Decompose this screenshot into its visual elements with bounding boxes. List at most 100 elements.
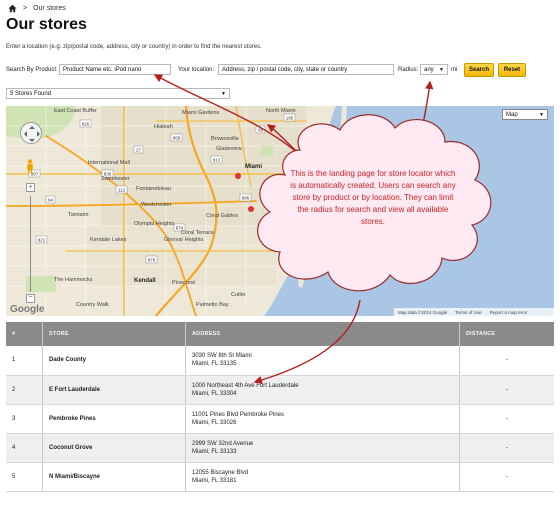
shield-95: 95 bbox=[258, 128, 264, 133]
store-distance: - bbox=[459, 346, 554, 376]
place-country-walk: Country Walk bbox=[76, 302, 109, 308]
store-name[interactable]: Coconut Grove bbox=[42, 433, 186, 463]
store-address: 2999 SW 32nd Avenue Miami, FL 33133 bbox=[185, 433, 460, 463]
place-palmetto-bay: Palmetto Bay bbox=[196, 302, 229, 308]
address-line1: 2999 SW 32nd Avenue bbox=[192, 440, 254, 447]
place-tamiami: Tamiami bbox=[68, 212, 88, 218]
store-address: 3030 SW 8th St Miami Miami, FL 33135 bbox=[185, 346, 460, 376]
place-brownsville: Brownsville bbox=[211, 136, 239, 142]
table-row[interactable]: 3 Pembroke Pines 11001 Pines Blvd Pembro… bbox=[6, 404, 554, 434]
zoom-in-button[interactable]: + bbox=[26, 183, 35, 192]
map-type-value: Map bbox=[506, 111, 518, 118]
row-num: 2 bbox=[6, 375, 43, 405]
stores-table: # STORE ADDRESS DISTANCE 1 Dade County 3… bbox=[6, 322, 554, 492]
address-line2: Miami, FL 33304 bbox=[192, 390, 237, 397]
table-row[interactable]: 5 N Miami/Biscayne 12055 Biscayne Blvd Mi… bbox=[6, 462, 554, 492]
place-miami: Miami bbox=[245, 164, 262, 170]
place-hialeah: Hialeah bbox=[154, 124, 173, 130]
col-num-header: # bbox=[12, 331, 16, 337]
place-glenvar-heights: Glenvar Heights bbox=[164, 237, 204, 243]
table-row[interactable]: 1 Dade County 3030 SW 8th St Miami Miami,… bbox=[6, 346, 554, 376]
chevron-down-icon: ▼ bbox=[439, 66, 444, 73]
store-address: 12055 Biscayne Blvd Miami, FL 33181 bbox=[185, 462, 460, 492]
place-north-miami: North Miami bbox=[266, 108, 296, 114]
shield-878: 878 bbox=[148, 258, 156, 263]
table-row[interactable]: 2 E Fort Lauderdale 1000 Northeast 4th A… bbox=[6, 375, 554, 405]
breadcrumb-separator: > bbox=[23, 5, 28, 12]
map-attribution: Map data ©2014 Google Terms of Use Repor… bbox=[394, 308, 554, 316]
place-pinecrest: Pinecrest bbox=[172, 280, 195, 286]
store-distance: - bbox=[459, 462, 554, 492]
google-logo: Google bbox=[10, 304, 45, 315]
shield-959: 959 bbox=[173, 136, 181, 141]
place-cutler: Cutler bbox=[231, 292, 246, 298]
chevron-down-icon: ▼ bbox=[539, 111, 544, 118]
results-found-text: 5 Stores Found bbox=[10, 90, 52, 97]
shield-913: 913 bbox=[213, 158, 221, 163]
report-map-error-link[interactable]: Report a map error bbox=[490, 310, 528, 315]
store-name[interactable]: E Fort Lauderdale bbox=[42, 375, 186, 405]
store-marker-icon[interactable] bbox=[248, 206, 254, 212]
breadcrumb-current: Our stores bbox=[33, 5, 66, 12]
zoom-slider-track[interactable] bbox=[30, 196, 31, 292]
store-distance: - bbox=[459, 375, 554, 405]
shield-986: 986 bbox=[242, 196, 250, 201]
radius-value: any bbox=[424, 66, 434, 73]
row-num: 4 bbox=[6, 433, 43, 463]
results-found-select[interactable]: 5 Stores Found ▼ bbox=[6, 88, 230, 99]
page-instructions: Enter a location (e.g. zip/postal code, … bbox=[6, 44, 262, 50]
shield-112: 112 bbox=[118, 188, 126, 193]
location-input[interactable]: Address, zip / postal code, city, state … bbox=[218, 64, 394, 75]
address-line2: Miami, FL 33181 bbox=[192, 477, 237, 484]
zoom-out-button[interactable]: − bbox=[26, 294, 35, 303]
shield-94: 94 bbox=[48, 198, 54, 203]
row-num: 3 bbox=[6, 404, 43, 434]
store-name[interactable]: N Miami/Biscayne bbox=[42, 462, 186, 492]
address-line2: Miami, FL 33133 bbox=[192, 448, 237, 455]
pan-arrows-icon bbox=[24, 126, 40, 142]
place-coral-gables: Coral Gables bbox=[206, 213, 238, 219]
place-westchester: Westchester bbox=[141, 202, 172, 208]
product-search-input[interactable]: Product Name etc. iPod nano bbox=[59, 64, 171, 75]
store-marker-icon[interactable] bbox=[235, 173, 241, 179]
address-line1: 1000 Northeast 4th Ave Fort Lauderdale bbox=[192, 382, 299, 389]
place-olympia-heights: Olympia Heights bbox=[134, 221, 175, 227]
home-icon[interactable] bbox=[8, 4, 17, 13]
store-distance: - bbox=[459, 404, 554, 434]
table-header-row: # STORE ADDRESS DISTANCE bbox=[6, 322, 554, 346]
place-miami-gardens: Miami Gardens bbox=[182, 110, 220, 116]
place-gladeview: Gladeview bbox=[216, 146, 242, 152]
product-search-label: Search By Product: bbox=[6, 67, 58, 73]
radius-label: Radius: bbox=[398, 67, 419, 73]
shield-821: 821 bbox=[38, 238, 46, 243]
breadcrumb: > Our stores bbox=[8, 4, 66, 13]
store-address: 1000 Northeast 4th Ave Fort Lauderdale Mi… bbox=[185, 375, 460, 405]
table-row[interactable]: 4 Coconut Grove 2999 SW 32nd Avenue Miami… bbox=[6, 433, 554, 463]
store-map[interactable]: 997 826 27 836 959 913 821 878 94 874 98… bbox=[6, 106, 554, 316]
search-button[interactable]: Search bbox=[464, 63, 494, 77]
map-type-select[interactable]: Map ▼ bbox=[502, 109, 548, 120]
store-name[interactable]: Dade County bbox=[42, 346, 186, 376]
page-title: Our stores bbox=[6, 16, 87, 33]
address-line1: 3030 SW 8th St Miami bbox=[192, 353, 252, 360]
place-sweetwater: Sweetwater bbox=[101, 176, 130, 182]
place-kendall: Kendall bbox=[134, 278, 156, 284]
shield-826: 826 bbox=[82, 122, 90, 127]
place-east-coast-buffer: East Coast Buffer bbox=[54, 108, 97, 114]
address-line2: Miami, FL 33135 bbox=[192, 361, 237, 368]
street-view-pegman-icon[interactable] bbox=[26, 159, 34, 173]
row-num: 1 bbox=[6, 346, 43, 376]
terms-link[interactable]: Terms of Use bbox=[455, 310, 482, 315]
radius-unit: mi bbox=[451, 67, 458, 73]
map-pan-control[interactable] bbox=[20, 122, 42, 144]
shield-27: 27 bbox=[136, 148, 142, 153]
address-line1: 11001 Pines Blvd Pembroke Pines bbox=[192, 411, 284, 418]
place-the-hammocks: The Hammocks bbox=[54, 277, 93, 283]
radius-select[interactable]: any ▼ bbox=[420, 64, 448, 75]
store-name[interactable]: Pembroke Pines bbox=[42, 404, 186, 434]
row-num: 5 bbox=[6, 462, 43, 492]
location-label: Your location: bbox=[178, 67, 215, 73]
place-kendale-lakes: Kendale Lakes bbox=[90, 237, 127, 243]
callout-text: This is the landing page for store locat… bbox=[290, 169, 456, 226]
reset-button[interactable]: Reset bbox=[498, 63, 526, 77]
